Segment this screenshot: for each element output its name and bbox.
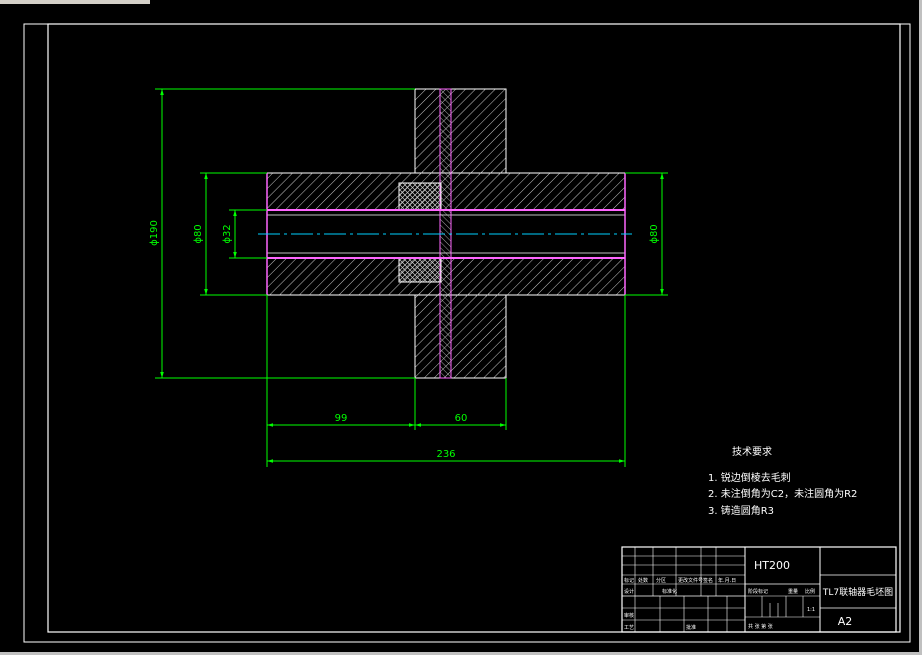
joint-upper (416, 171, 505, 175)
title-block-labels: 标记 处数 分区 更改文件号 签名 年.月.日 设计 标准化 审核 工艺 批准 … (624, 577, 815, 631)
tb-label-design: 设计 (624, 588, 634, 595)
tb-label-change-doc: 更改文件号 (678, 577, 703, 584)
tb-label-sign: 签名 (703, 577, 713, 584)
tb-label-review: 审核 (624, 612, 634, 619)
dim-text-99: 99 (335, 413, 348, 424)
drawing-name: TL7联轴器毛坯图 (822, 586, 893, 598)
tb-label-weight: 重量 (788, 588, 798, 595)
tb-label-mark: 标记 (624, 577, 634, 584)
tb-label-date: 年.月.日 (718, 577, 736, 584)
tech-requirements: 技术要求 1. 锐边倒棱去毛刺 2. 未注倒角为C2，未注圆角为R2 3. 铸造… (708, 445, 857, 517)
tb-label-sheets: 共 张 第 张 (748, 623, 773, 630)
drawing-canvas[interactable]: ϕ190 ϕ80 ϕ32 ϕ80 99 60 236 技术要求 1. 锐边倒棱去… (0, 0, 922, 655)
spigot-lower (398, 257, 442, 283)
dim-text-236: 236 (436, 449, 455, 460)
flange-lower-section (414, 294, 507, 379)
spigot-upper (398, 182, 442, 211)
tech-req-item: 2. 未注倒角为C2，未注圆角为R2 (708, 487, 857, 500)
flange-upper-section (414, 88, 507, 174)
dim-text-190: ϕ190 (149, 220, 160, 246)
dim-text-32: ϕ32 (222, 224, 233, 243)
tech-req-item: 1. 锐边倒棱去毛刺 (708, 471, 791, 484)
tb-label-stage-mark: 阶段标记 (748, 588, 768, 595)
tb-label-standardize: 标准化 (662, 588, 677, 595)
dim-text-80-left: ϕ80 (193, 224, 204, 243)
dim-text-60: 60 (455, 413, 468, 424)
dim-text-80-right: ϕ80 (649, 224, 660, 243)
tb-label-process: 工艺 (624, 625, 634, 631)
joint-lower (416, 293, 505, 297)
material-label: HT200 (754, 559, 790, 572)
tech-req-item: 3. 铸造圆角R3 (708, 504, 774, 517)
tech-req-title: 技术要求 (732, 445, 772, 458)
scale-ratio: 1:1 (807, 607, 815, 613)
part-section[interactable] (258, 88, 632, 379)
sheet-size: A2 (838, 615, 853, 628)
tb-label-zone: 分区 (656, 577, 666, 584)
tb-label-count: 处数 (638, 577, 648, 584)
tb-label-approve: 批准 (686, 624, 696, 631)
tb-label-scale: 比例 (805, 588, 815, 595)
